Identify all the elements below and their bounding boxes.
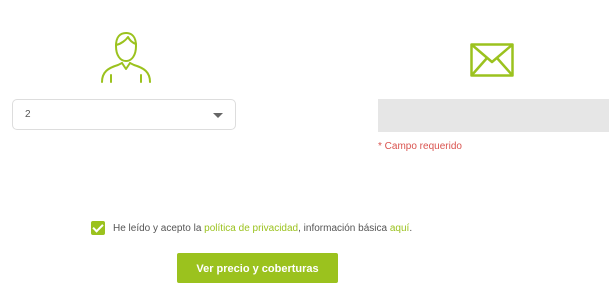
email-field[interactable] — [378, 99, 609, 132]
email-error-message: * Campo requerido — [378, 141, 462, 152]
privacy-consent-checkbox[interactable] — [91, 221, 105, 235]
user-icon — [101, 32, 151, 83]
privacy-consent-text: He leído y acepto la política de privaci… — [113, 223, 412, 234]
chevron-down-icon — [213, 113, 223, 118]
consent-middle: , información básica — [298, 222, 390, 234]
privacy-policy-link[interactable]: política de privacidad — [204, 223, 298, 234]
quantity-select[interactable]: 2 — [12, 99, 236, 130]
consent-suffix: . — [409, 222, 413, 234]
submit-button[interactable]: Ver precio y coberturas — [177, 253, 338, 283]
select-value: 2 — [25, 109, 31, 120]
privacy-consent-row: He leído y acepto la política de privaci… — [91, 221, 412, 235]
envelope-icon — [470, 43, 514, 77]
basic-info-link[interactable]: aquí — [390, 223, 409, 234]
consent-prefix: He leído y acepto la — [113, 222, 205, 234]
